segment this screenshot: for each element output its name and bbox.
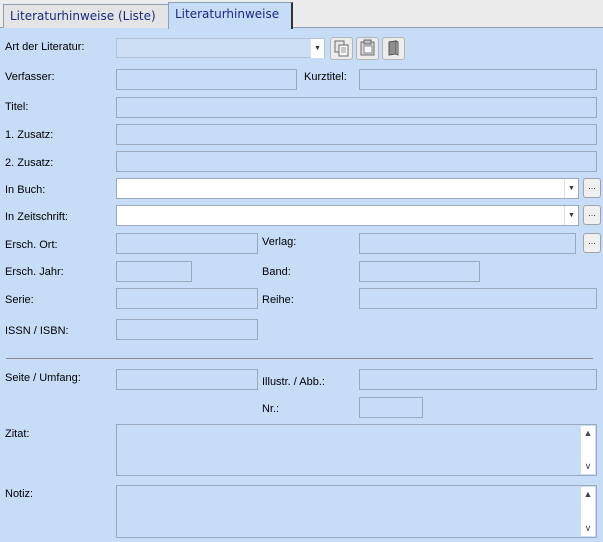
reihe-field[interactable] (359, 288, 597, 309)
in-zeitschrift-combo[interactable]: ▼ (116, 205, 579, 226)
in-zeitschrift-label: In Zeitschrift: (5, 211, 68, 223)
section-divider (6, 358, 593, 359)
verlag-browse-button[interactable]: ... (583, 233, 601, 253)
art-der-literatur-combo[interactable]: ▼ (116, 38, 325, 58)
paste-icon (360, 39, 375, 56)
paste-button[interactable] (356, 37, 379, 60)
ersch-jahr-label: Ersch. Jahr: (5, 266, 64, 278)
scroll-down-icon[interactable]: ∨ (581, 459, 595, 474)
issn-isbn-field[interactable] (116, 319, 258, 340)
zitat-label: Zitat: (5, 428, 30, 440)
zusatz1-label: 1. Zusatz: (5, 129, 54, 141)
tab-literaturhinweise[interactable]: Literaturhinweise (168, 2, 293, 29)
nr-field[interactable] (359, 397, 423, 418)
seite-umfang-label: Seite / Umfang: (5, 372, 81, 384)
zusatz2-label: 2. Zusatz: (5, 157, 54, 169)
verlag-label: Verlag: (262, 236, 297, 248)
scroll-down-icon[interactable]: ∨ (581, 521, 595, 536)
zitat-scrollbar[interactable]: ▲ ∨ (580, 426, 595, 474)
band-field[interactable] (359, 261, 480, 282)
illustr-abb-label: Illustr. / Abb.: (262, 376, 325, 388)
in-buch-label: In Buch: (5, 184, 46, 196)
titel-label: Titel: (5, 101, 29, 113)
art-der-literatur-label: Art der Literatur: (5, 41, 85, 53)
band-label: Band: (262, 266, 291, 278)
reihe-label: Reihe: (262, 294, 294, 306)
copy-button[interactable] (330, 37, 353, 60)
scroll-up-icon[interactable]: ▲ (581, 426, 595, 441)
kurztitel-field[interactable] (359, 69, 597, 90)
verlag-field[interactable] (359, 233, 576, 254)
chevron-down-icon[interactable]: ▼ (564, 179, 578, 198)
notiz-label: Notiz: (5, 488, 34, 500)
zusatz2-field[interactable] (116, 151, 597, 172)
form-panel: Art der Literatur: ▼ Verfasser: Kurztite… (0, 28, 603, 542)
in-buch-browse-button[interactable]: ... (583, 178, 601, 198)
serie-label: Serie: (5, 294, 34, 306)
copy-icon (334, 40, 349, 57)
tab-literaturhinweise-liste[interactable]: Literaturhinweise (Liste) (3, 4, 169, 28)
notiz-scrollbar[interactable]: ▲ ∨ (580, 487, 595, 536)
verfasser-label: Verfasser: (5, 71, 55, 83)
titel-field[interactable] (116, 97, 597, 118)
book-button[interactable] (382, 37, 405, 60)
ersch-jahr-field[interactable] (116, 261, 192, 282)
in-buch-combo[interactable]: ▼ (116, 178, 579, 199)
notiz-textarea[interactable]: ▲ ∨ (116, 485, 597, 538)
verfasser-field[interactable] (116, 69, 297, 90)
issn-isbn-label: ISSN / ISBN: (5, 325, 69, 337)
zusatz1-field[interactable] (116, 124, 597, 145)
ersch-ort-label: Ersch. Ort: (5, 239, 58, 251)
zitat-textarea[interactable]: ▲ ∨ (116, 424, 597, 476)
in-zeitschrift-browse-button[interactable]: ... (583, 205, 601, 225)
ersch-ort-field[interactable] (116, 233, 258, 254)
chevron-down-icon[interactable]: ▼ (564, 206, 578, 225)
scroll-up-icon[interactable]: ▲ (581, 487, 595, 502)
tab-bar: Literaturhinweise (Liste) Literaturhinwe… (0, 0, 603, 29)
chevron-down-icon[interactable]: ▼ (310, 39, 324, 58)
nr-label: Nr.: (262, 403, 280, 415)
illustr-abb-field[interactable] (359, 369, 597, 390)
book-icon (388, 40, 399, 56)
seite-umfang-field[interactable] (116, 369, 258, 390)
kurztitel-label: Kurztitel: (304, 71, 347, 83)
serie-field[interactable] (116, 288, 258, 309)
